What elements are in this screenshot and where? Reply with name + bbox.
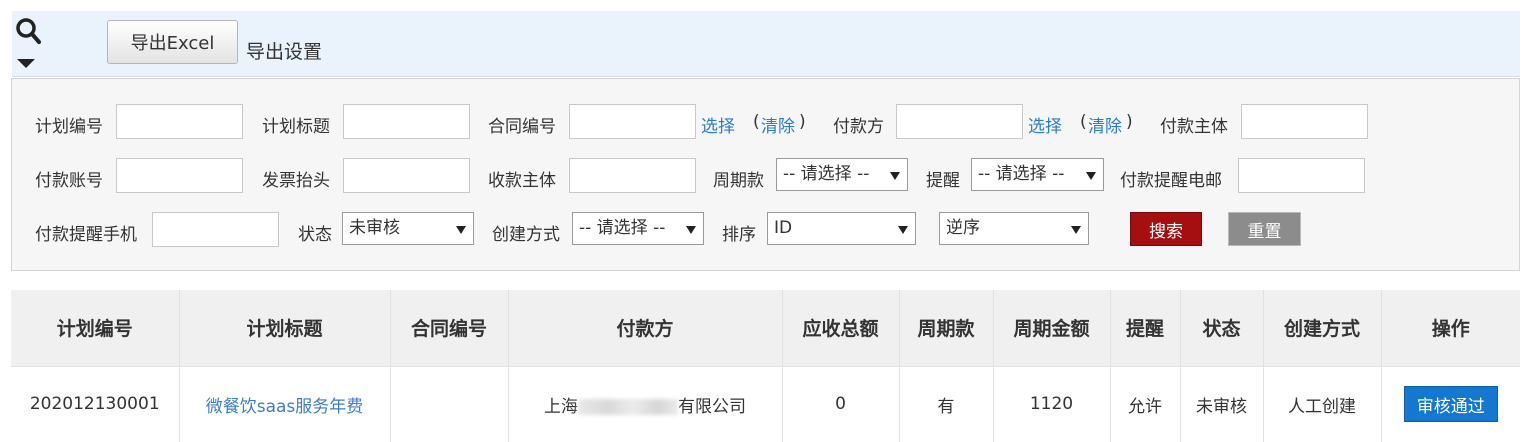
caret-down-icon[interactable] xyxy=(17,59,35,68)
pay-account-input[interactable] xyxy=(116,158,243,193)
contract-paren-close: ) xyxy=(799,112,806,132)
plan-title-link[interactable]: 微餐饮saas服务年费 xyxy=(206,397,364,417)
cell-period-amount: 1120 xyxy=(993,365,1111,442)
reset-button[interactable]: 重置 xyxy=(1228,212,1301,246)
export-settings-link[interactable]: 导出设置 xyxy=(246,37,322,64)
dropdown-arrow-icon xyxy=(1086,172,1096,180)
cell-contract-no xyxy=(390,365,509,442)
remind-select[interactable]: -- 请选择 -- xyxy=(971,158,1104,191)
header-action: 操作 xyxy=(1381,290,1520,366)
create-method-label: 创建方式 xyxy=(492,225,560,245)
contract-select-link[interactable]: 选择 xyxy=(701,112,735,137)
sort-label: 排序 xyxy=(722,225,756,245)
plan-no-label: 计划编号 xyxy=(35,117,103,137)
remind-label: 提醒 xyxy=(926,171,960,191)
payer-paren-open: ( xyxy=(1080,112,1087,132)
export-excel-button[interactable]: 导出Excel xyxy=(107,20,238,64)
header-periodic: 周期款 xyxy=(899,290,994,366)
receive-entity-input[interactable] xyxy=(569,158,696,193)
payer-clear-link[interactable]: 清除 xyxy=(1088,112,1122,137)
cell-action: 审核通过 xyxy=(1381,365,1520,442)
plan-title-label: 计划标题 xyxy=(262,117,330,137)
header-period-amount: 周期金额 xyxy=(993,290,1111,366)
invoice-title-label: 发票抬头 xyxy=(262,171,330,191)
sort-field-select[interactable]: ID xyxy=(767,212,916,245)
header-contract-no: 合同编号 xyxy=(390,290,509,366)
header-total-receivable: 应收总额 xyxy=(782,290,900,366)
remind-phone-input[interactable] xyxy=(152,212,279,247)
payer-label: 付款方 xyxy=(833,117,884,137)
payer-paren-close: ) xyxy=(1126,112,1133,132)
redacted-blur xyxy=(578,398,678,415)
periodic-label: 周期款 xyxy=(713,171,764,191)
dropdown-arrow-icon xyxy=(456,226,466,234)
contract-paren-open: ( xyxy=(753,112,760,132)
toolbar-toggle[interactable] xyxy=(12,11,43,77)
header-create-method: 创建方式 xyxy=(1263,290,1382,366)
remind-select-value: -- 请选择 -- xyxy=(978,164,1065,184)
sort-field-select-value: ID xyxy=(774,218,793,238)
payer-input[interactable] xyxy=(896,104,1023,139)
contract-no-input[interactable] xyxy=(569,104,696,139)
remind-email-input[interactable] xyxy=(1238,158,1365,193)
periodic-select-value: -- 请选择 -- xyxy=(783,164,870,184)
table-row: 202012130001 微餐饮saas服务年费 上海 有限公司 0 有 1120… xyxy=(11,365,1520,442)
sort-order-select-value: 逆序 xyxy=(946,218,980,238)
remind-phone-label: 付款提醒手机 xyxy=(35,225,137,245)
search-icon[interactable] xyxy=(15,17,41,45)
payer-name-prefix: 上海 xyxy=(544,396,578,417)
toolbar: 导出Excel 导出设置 xyxy=(12,11,1520,77)
pay-entity-input[interactable] xyxy=(1241,104,1368,139)
header-status: 状态 xyxy=(1180,290,1264,366)
contract-no-label: 合同编号 xyxy=(488,117,556,137)
cell-periodic: 有 xyxy=(899,365,994,442)
payer-name-suffix: 有限公司 xyxy=(678,396,746,417)
status-label: 状态 xyxy=(298,225,332,245)
approve-button[interactable]: 审核通过 xyxy=(1403,386,1498,422)
pay-account-label: 付款账号 xyxy=(35,171,103,191)
invoice-title-input[interactable] xyxy=(343,158,470,193)
create-method-select-value: -- 请选择 -- xyxy=(579,218,666,238)
receive-entity-label: 收款主体 xyxy=(488,171,556,191)
search-button[interactable]: 搜索 xyxy=(1130,212,1202,246)
contract-clear-link[interactable]: 清除 xyxy=(761,112,795,137)
sort-order-select[interactable]: 逆序 xyxy=(939,212,1089,245)
plan-title-input[interactable] xyxy=(343,104,470,139)
header-plan-no: 计划编号 xyxy=(11,290,180,366)
status-select[interactable]: 未审核 xyxy=(342,212,474,245)
header-plan-title: 计划标题 xyxy=(179,290,391,366)
payer-select-link[interactable]: 选择 xyxy=(1028,112,1062,137)
header-remind: 提醒 xyxy=(1110,290,1181,366)
cell-create-method: 人工创建 xyxy=(1263,365,1382,442)
status-select-value: 未审核 xyxy=(349,218,400,238)
dropdown-arrow-icon xyxy=(1071,226,1081,234)
periodic-select[interactable]: -- 请选择 -- xyxy=(776,158,908,191)
cell-total-receivable: 0 xyxy=(782,365,900,442)
plans-table: 计划编号 计划标题 合同编号 付款方 应收总额 周期款 周期金额 提醒 状态 创… xyxy=(11,290,1520,442)
cell-status: 未审核 xyxy=(1180,365,1264,442)
header-payer: 付款方 xyxy=(508,290,783,366)
pay-entity-label: 付款主体 xyxy=(1160,117,1228,137)
filter-panel: 计划编号 计划标题 合同编号 选择 ( 清除 ) 付款方 选择 ( 清除 ) 付… xyxy=(11,78,1520,271)
cell-plan-title: 微餐饮saas服务年费 xyxy=(179,365,391,442)
cell-remind: 允许 xyxy=(1110,365,1181,442)
dropdown-arrow-icon xyxy=(898,226,908,234)
remind-email-label: 付款提醒电邮 xyxy=(1120,171,1222,191)
create-method-select[interactable]: -- 请选择 -- xyxy=(572,212,704,245)
plan-no-input[interactable] xyxy=(116,104,243,139)
cell-payer: 上海 有限公司 xyxy=(508,365,783,442)
table-header-row: 计划编号 计划标题 合同编号 付款方 应收总额 周期款 周期金额 提醒 状态 创… xyxy=(11,290,1520,366)
dropdown-arrow-icon xyxy=(890,172,900,180)
dropdown-arrow-icon xyxy=(686,226,696,234)
cell-plan-no: 202012130001 xyxy=(11,365,180,442)
